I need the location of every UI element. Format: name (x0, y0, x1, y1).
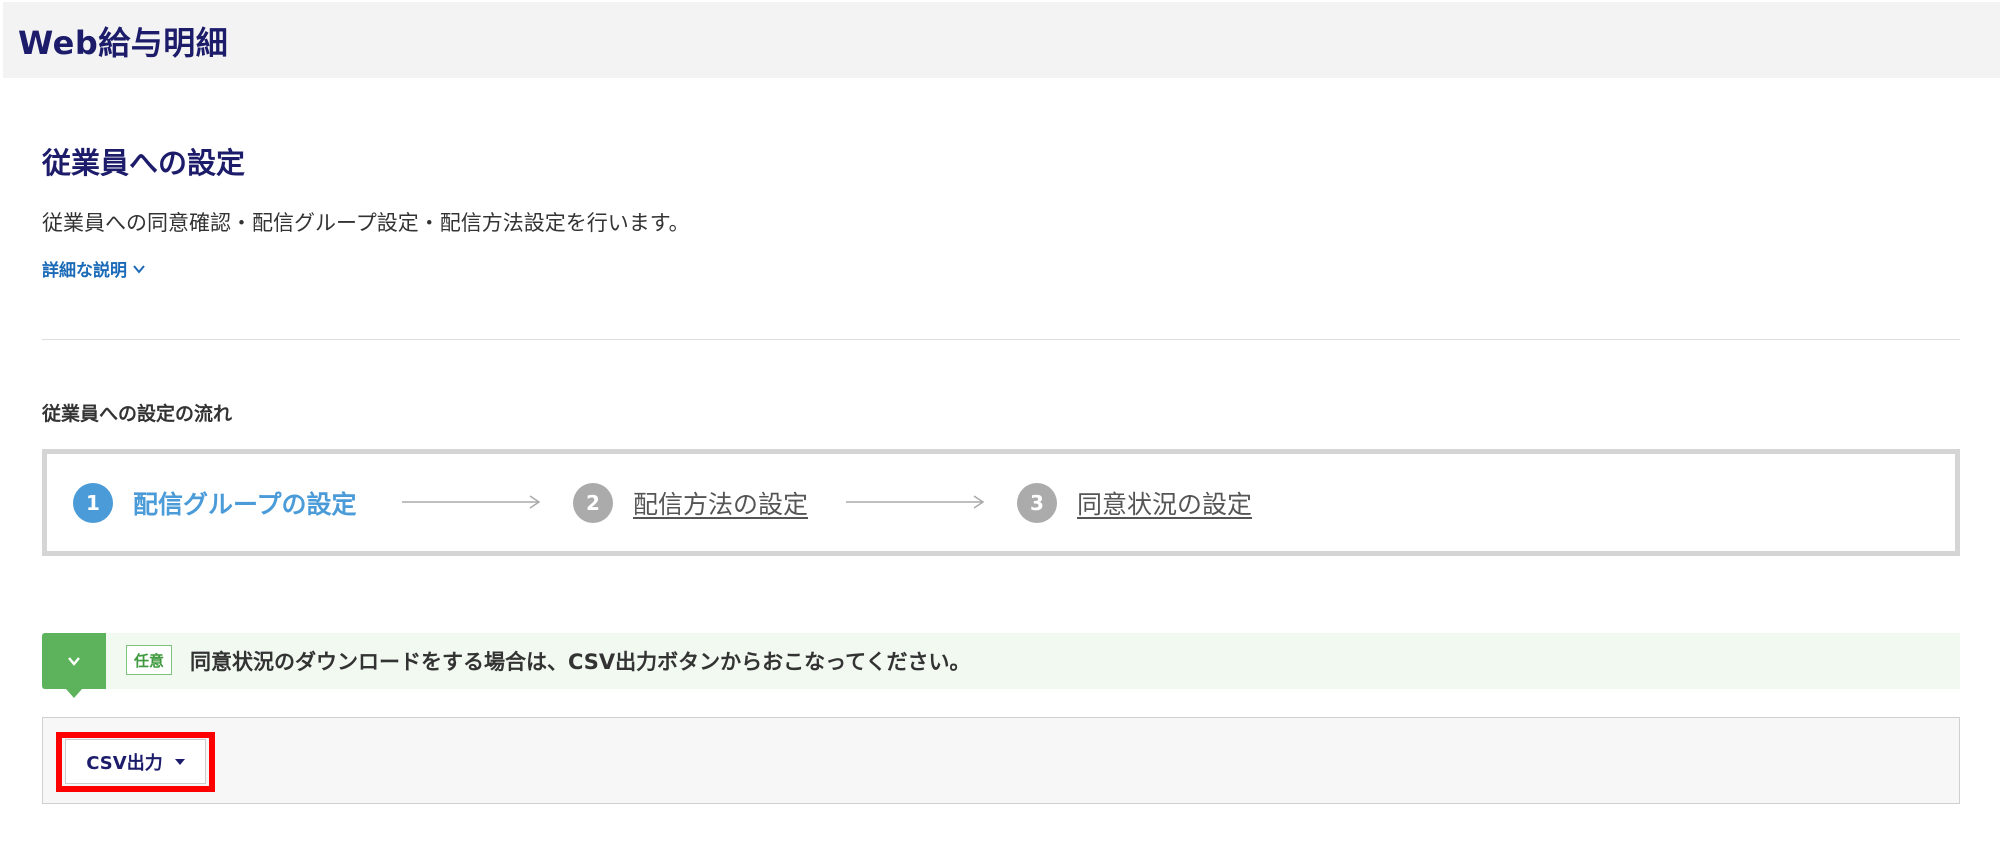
step-consent-status[interactable]: 3 同意状況の設定 (1017, 454, 1252, 551)
step-number: 2 (573, 482, 613, 523)
step-number: 3 (1017, 482, 1057, 523)
detail-explanation-link[interactable]: 詳細な説明 (42, 256, 147, 281)
csv-export-label: CSV出力 (86, 752, 163, 774)
csv-export-button[interactable]: CSV出力 (65, 739, 206, 784)
page-title: 従業員への設定 (42, 146, 246, 180)
app-title: Web給与明細 (18, 24, 229, 62)
step-label: 同意状況の設定 (1077, 489, 1253, 519)
arrow-right-icon (846, 495, 985, 509)
step-label: 配信方法の設定 (633, 489, 809, 519)
section-divider (42, 339, 1960, 340)
flow-title: 従業員への設定の流れ (42, 403, 233, 425)
action-panel (42, 717, 1960, 804)
notice-text: 同意状況のダウンロードをする場合は、CSV出力ボタンからおこなってください。 (190, 650, 971, 674)
chevron-down-icon (68, 657, 80, 666)
optional-badge: 任意 (126, 645, 173, 675)
app-header: Web給与明細 (3, 2, 2000, 78)
page-description: 従業員への同意確認・配信グループ設定・配信方法設定を行います。 (42, 211, 690, 235)
step-label: 配信グループの設定 (133, 489, 357, 519)
step-delivery-group[interactable]: 1 配信グループの設定 (73, 454, 357, 551)
flow-steps: 1 配信グループの設定 2 配信方法の設定 3 同意状況の設定 (42, 449, 1960, 556)
step-delivery-method[interactable]: 2 配信方法の設定 (573, 454, 808, 551)
arrow-right-icon (402, 495, 541, 509)
chevron-down-icon (133, 264, 145, 274)
optional-notice: 任意 同意状況のダウンロードをする場合は、CSV出力ボタンからおこなってください… (42, 633, 1960, 698)
notice-toggle[interactable] (42, 633, 106, 698)
detail-link-label: 詳細な説明 (42, 261, 127, 281)
caret-down-icon (174, 758, 185, 765)
step-number: 1 (73, 482, 113, 523)
